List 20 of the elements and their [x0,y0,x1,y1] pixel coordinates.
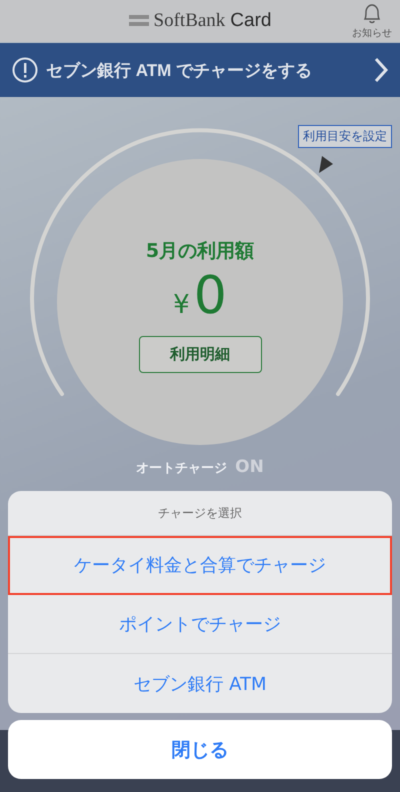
logo-icon [128,15,149,27]
bell-icon [362,3,382,25]
brand-name: SoftBank [154,10,226,32]
exclamation-icon [12,57,38,83]
action-sheet-title: チャージを選択 [158,504,242,522]
set-limit-button[interactable]: 利用目安を設定 [298,125,392,148]
chevron-right-icon [374,57,388,83]
atm-charge-banner[interactable]: セブン銀行 ATM でチャージをする [0,43,400,97]
auto-charge-label: オートチャージ [136,460,228,477]
usage-amount: 0 [194,266,227,326]
usage-title: 5月の利用額 [146,238,254,264]
notice-button[interactable]: お知らせ [352,3,392,40]
charge-option[interactable]: ポイントでチャージ [8,595,392,654]
marker-icon [318,156,334,174]
close-button[interactable]: 閉じる [8,720,392,779]
brand-suffix: Card [230,10,272,32]
usage-detail-button[interactable]: 利用明細 [138,336,262,372]
charge-option[interactable]: セブン銀行 ATM [8,654,392,713]
currency-symbol: ¥ [173,290,190,320]
charge-option[interactable]: ケータイ料金と合算でチャージ [8,536,392,595]
